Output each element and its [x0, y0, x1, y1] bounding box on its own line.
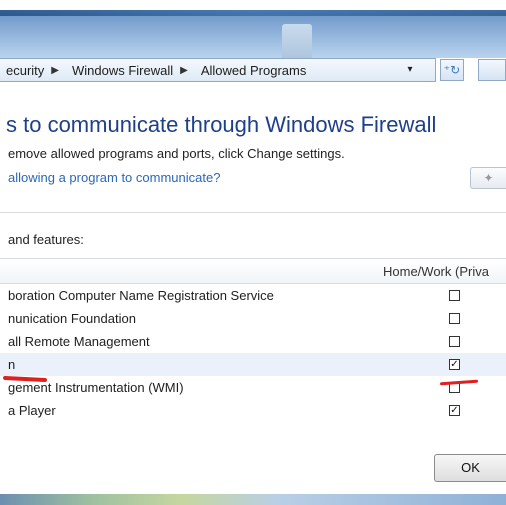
home-work-checkbox[interactable]: ✓: [449, 405, 460, 416]
breadcrumb-separator-icon[interactable]: ▶: [51, 65, 59, 76]
home-work-checkbox[interactable]: [449, 313, 460, 324]
table-row[interactable]: a Player ✓: [0, 399, 506, 422]
window-frame: [0, 10, 506, 16]
help-link[interactable]: allowing a program to communicate?: [8, 170, 220, 185]
table-row-selected[interactable]: n ✓: [0, 353, 506, 376]
address-dropdown-icon[interactable]: ▾: [402, 62, 418, 78]
breadcrumb-windows-firewall[interactable]: Windows Firewall: [72, 63, 173, 78]
programs-table: boration Computer Name Registration Serv…: [0, 284, 506, 422]
instructions-text: emove allowed programs and ports, click …: [8, 146, 345, 161]
breadcrumb-separator-icon[interactable]: ▶: [180, 65, 188, 76]
page-title: s to communicate through Windows Firewal…: [6, 112, 437, 137]
breadcrumb-security[interactable]: ecurity: [6, 63, 44, 78]
table-row[interactable]: nunication Foundation: [0, 307, 506, 330]
program-name: a Player: [8, 403, 56, 418]
column-header-home-work[interactable]: Home/Work (Priva: [383, 264, 489, 279]
refresh-button[interactable]: ⁺↻: [440, 59, 464, 81]
program-name: boration Computer Name Registration Serv…: [8, 288, 274, 303]
taskbar-strip: [0, 494, 506, 505]
shield-icon: ✦: [483, 171, 494, 185]
home-work-checkbox[interactable]: [449, 290, 460, 301]
programs-list-label: and features:: [8, 232, 84, 247]
home-work-checkbox[interactable]: ✓: [449, 359, 460, 370]
table-row[interactable]: gement Instrumentation (WMI): [0, 376, 506, 399]
address-bar[interactable]: ecurity ▶ Windows Firewall ▶ Allowed Pro…: [0, 58, 436, 82]
search-input[interactable]: [478, 59, 506, 81]
change-settings-button[interactable]: ✦: [470, 167, 506, 189]
divider: [0, 212, 506, 213]
program-name: n: [8, 357, 16, 372]
breadcrumb-allowed-programs[interactable]: Allowed Programs: [201, 63, 307, 78]
ok-button[interactable]: OK: [434, 454, 506, 482]
program-name: gement Instrumentation (WMI): [8, 380, 184, 395]
table-row[interactable]: boration Computer Name Registration Serv…: [0, 284, 506, 307]
window-top-edge: [0, 0, 506, 10]
program-name: all Remote Management: [8, 334, 150, 349]
program-name: nunication Foundation: [8, 311, 136, 326]
home-work-checkbox[interactable]: [449, 336, 460, 347]
table-row[interactable]: all Remote Management: [0, 330, 506, 353]
